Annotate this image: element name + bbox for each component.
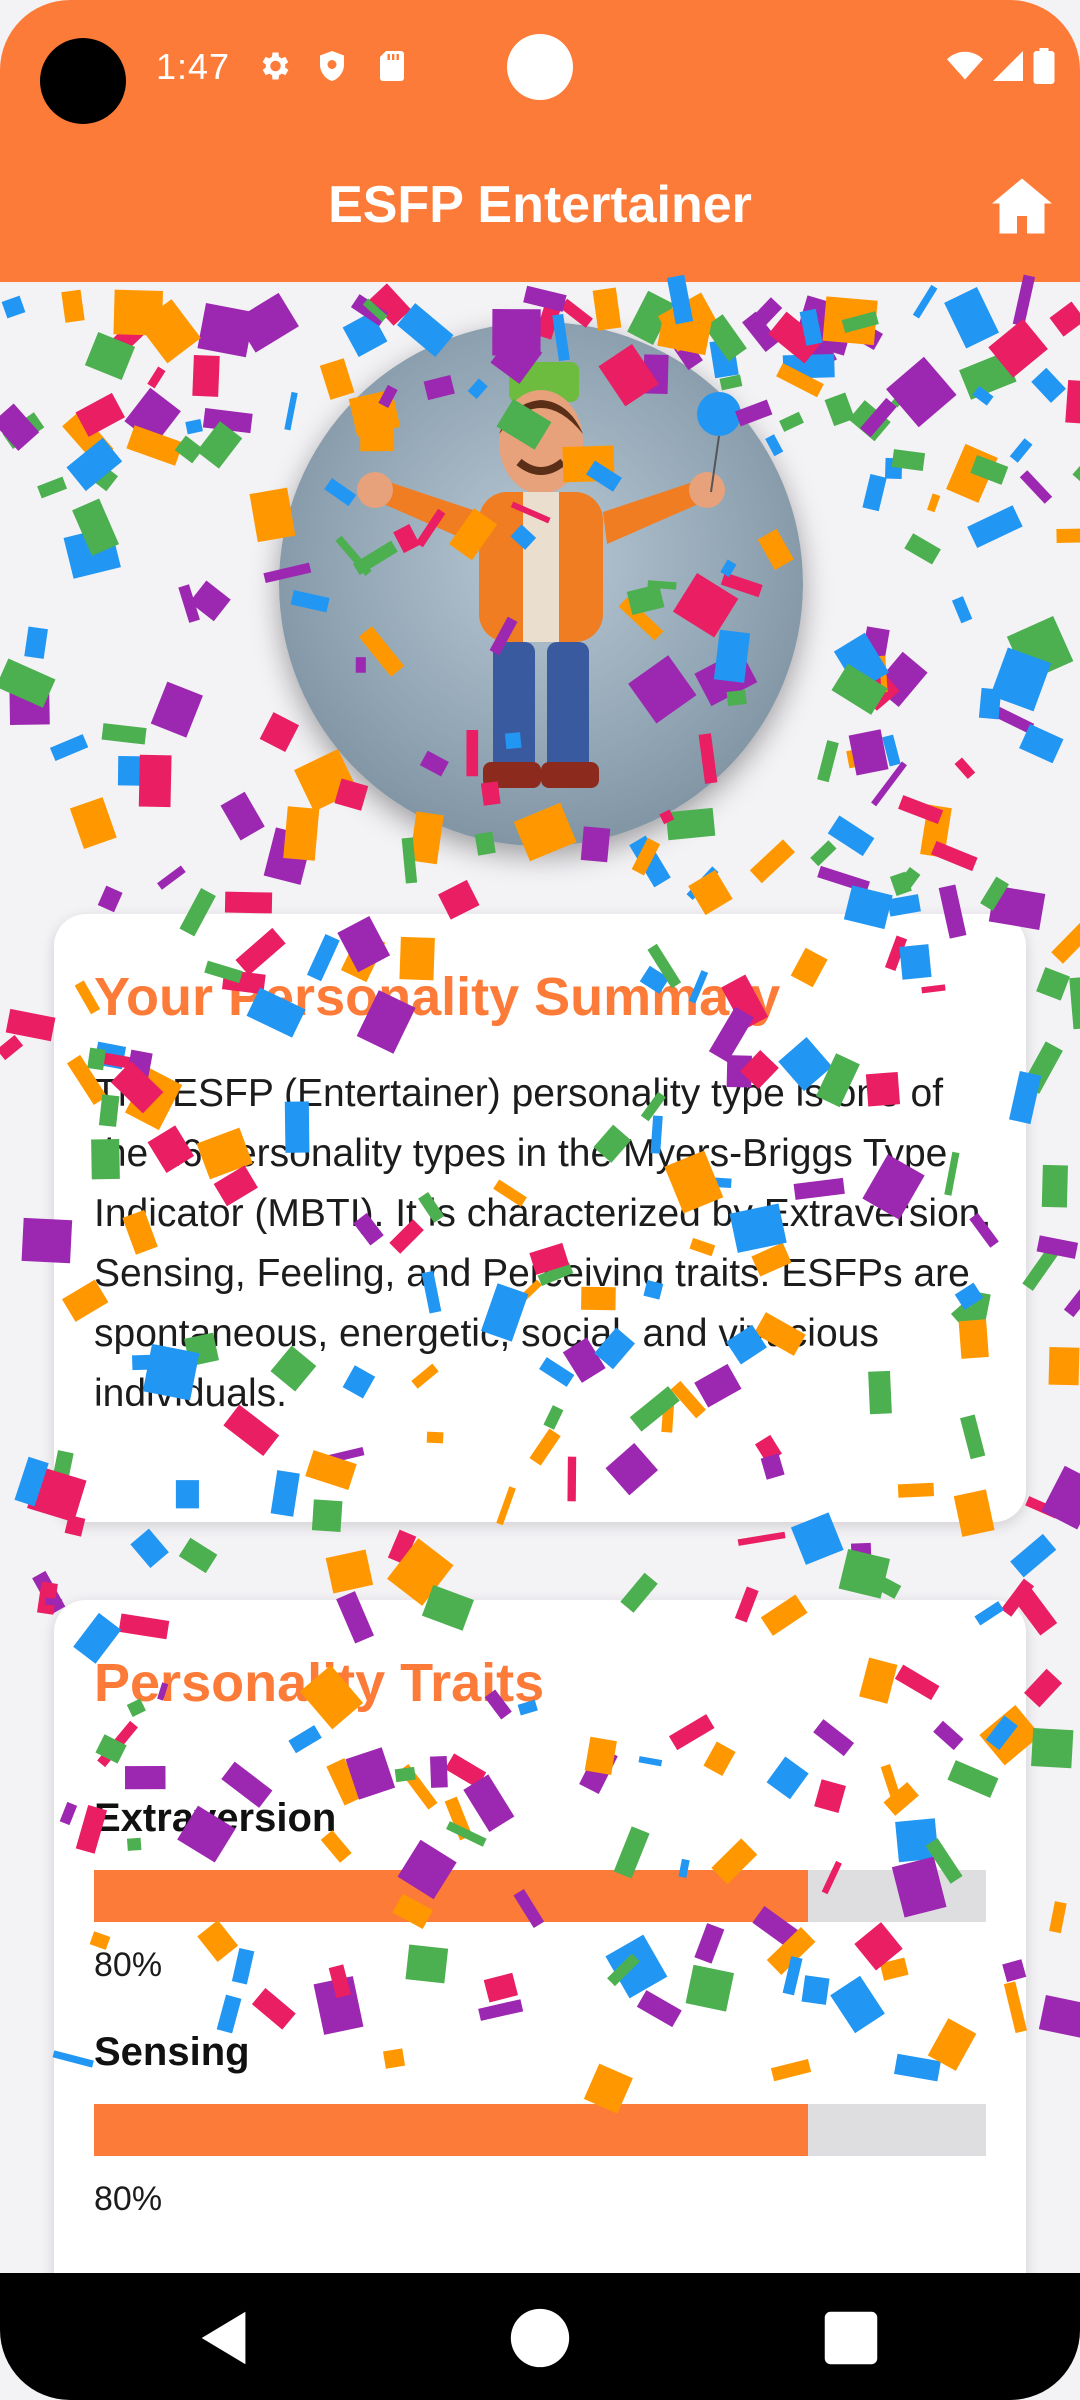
- home-circle-icon[interactable]: [505, 2303, 575, 2373]
- summary-card: Your Personality Summary The ESFP (Enter…: [54, 914, 1026, 1522]
- entertainer-character-icon: [357, 362, 741, 788]
- trait-name-extraversion: Extraversion: [94, 1796, 337, 1840]
- gear-icon: [262, 52, 289, 80]
- home-icon[interactable]: [992, 178, 1052, 234]
- recents-icon[interactable]: [816, 2303, 886, 2373]
- trait-percent-sensing: 80%: [94, 2180, 163, 2218]
- status-bar: 1:47: [0, 0, 1080, 135]
- trait-name-sensing: Sensing: [94, 2030, 250, 2074]
- status-time: 1:47: [156, 46, 231, 87]
- system-nav-bar: [0, 2273, 1080, 2400]
- app-screen: 1:47 ESFP Entertainer Your Personality S…: [0, 0, 1080, 2400]
- trait-bar-extraversion: [94, 1870, 986, 1922]
- traits-card: Personality Traits Extraversion 80% Sens…: [54, 1600, 1026, 2273]
- summary-text: The ESFP (Entertainer) personality type …: [94, 1072, 992, 1415]
- sd-card-icon: [380, 51, 404, 81]
- main-content: Your Personality Summary The ESFP (Enter…: [0, 282, 1080, 2273]
- wifi-icon: [947, 51, 983, 80]
- camera-cutout: [40, 38, 126, 124]
- avatar: [279, 322, 803, 846]
- app-bar-title: ESFP Entertainer: [328, 176, 752, 234]
- traits-title: Personality Traits: [94, 1653, 545, 1713]
- trait-fill-sensing: [94, 2104, 808, 2156]
- trait-bar-sensing: [94, 2104, 986, 2156]
- battery-icon: [1033, 48, 1055, 84]
- trait-percent-extraversion: 80%: [94, 1946, 163, 1984]
- front-camera-dot: [507, 34, 573, 100]
- top-bar: 1:47 ESFP Entertainer: [0, 0, 1080, 282]
- shield-icon: [320, 51, 344, 81]
- signal-icon: [993, 51, 1023, 81]
- summary-title: Your Personality Summary: [94, 967, 781, 1027]
- back-icon[interactable]: [190, 2303, 260, 2373]
- trait-fill-extraversion: [94, 1870, 808, 1922]
